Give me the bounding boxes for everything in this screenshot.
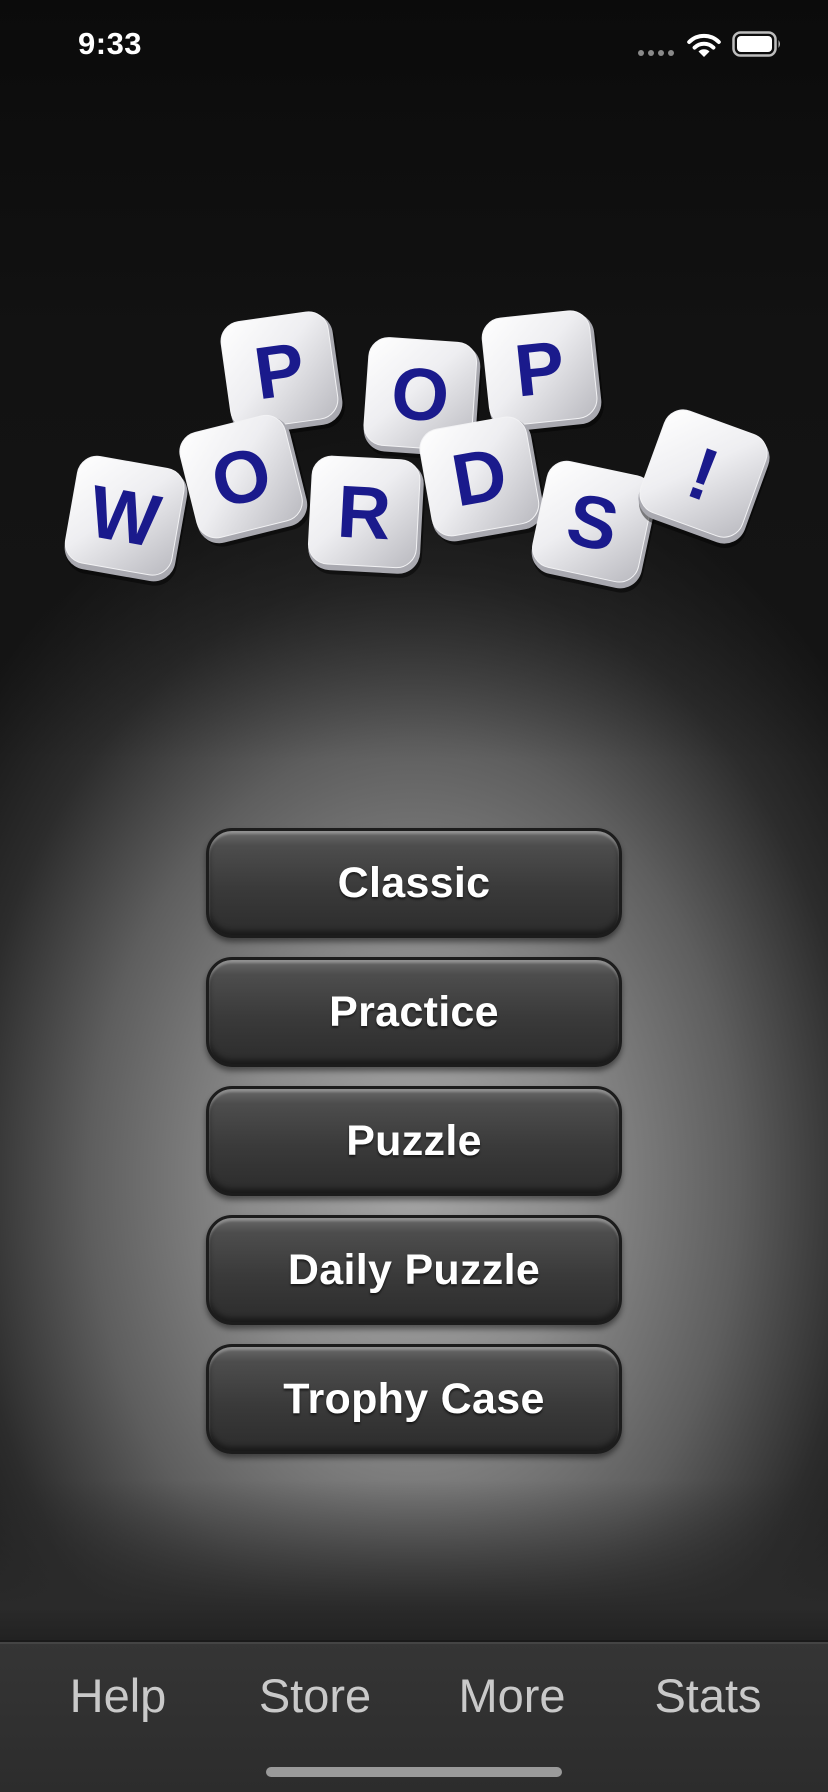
daily-puzzle-button-label: Daily Puzzle <box>287 1245 541 1294</box>
cellular-signal-icon <box>638 50 674 56</box>
logo-letter-1-1: O <box>389 351 452 438</box>
status-bar: 9:33 <box>0 0 828 92</box>
pop-words-logo: P O PW O R D S! <box>64 310 770 593</box>
background-bottom-shade <box>0 1480 828 1640</box>
tab-help[interactable]: Help <box>28 1668 208 1732</box>
main-menu: Classic Practice Puzzle Daily Puzzle Tro… <box>206 828 622 1473</box>
daily-puzzle-button[interactable]: Daily Puzzle <box>206 1215 622 1325</box>
logo-tile-2-3: D <box>419 416 547 545</box>
trophy-case-button[interactable]: Trophy Case <box>206 1344 622 1454</box>
practice-button[interactable]: Practice <box>206 957 622 1067</box>
logo-tile-2-2: R <box>307 455 426 578</box>
logo-tile-2-4: S <box>531 460 658 593</box>
logo-tile-2-0: W <box>64 455 189 586</box>
status-time: 9:33 <box>78 26 143 61</box>
home-indicator[interactable] <box>266 1767 562 1777</box>
trophy-case-button-label: Trophy Case <box>283 1374 545 1423</box>
practice-button-label: Practice <box>329 987 499 1036</box>
puzzle-button[interactable]: Puzzle <box>206 1086 622 1196</box>
logo-letter-1-2: P <box>511 325 569 413</box>
puzzle-button-label: Puzzle <box>346 1116 482 1165</box>
game-main-menu-screen: 9:33 P O P W O R D S! Classic Practice P… <box>0 0 828 1792</box>
logo-tile-2-5: ! <box>638 409 770 549</box>
classic-button-label: Classic <box>337 858 491 907</box>
classic-button[interactable]: Classic <box>206 828 622 938</box>
logo-letter-2-0: W <box>83 469 166 563</box>
logo-letter-2-2: R <box>335 470 393 556</box>
tab-store[interactable]: Store <box>225 1668 405 1732</box>
battery-icon <box>732 31 780 57</box>
tab-stats[interactable]: Stats <box>618 1668 798 1732</box>
wifi-icon <box>687 33 721 57</box>
tab-more[interactable]: More <box>422 1668 602 1732</box>
